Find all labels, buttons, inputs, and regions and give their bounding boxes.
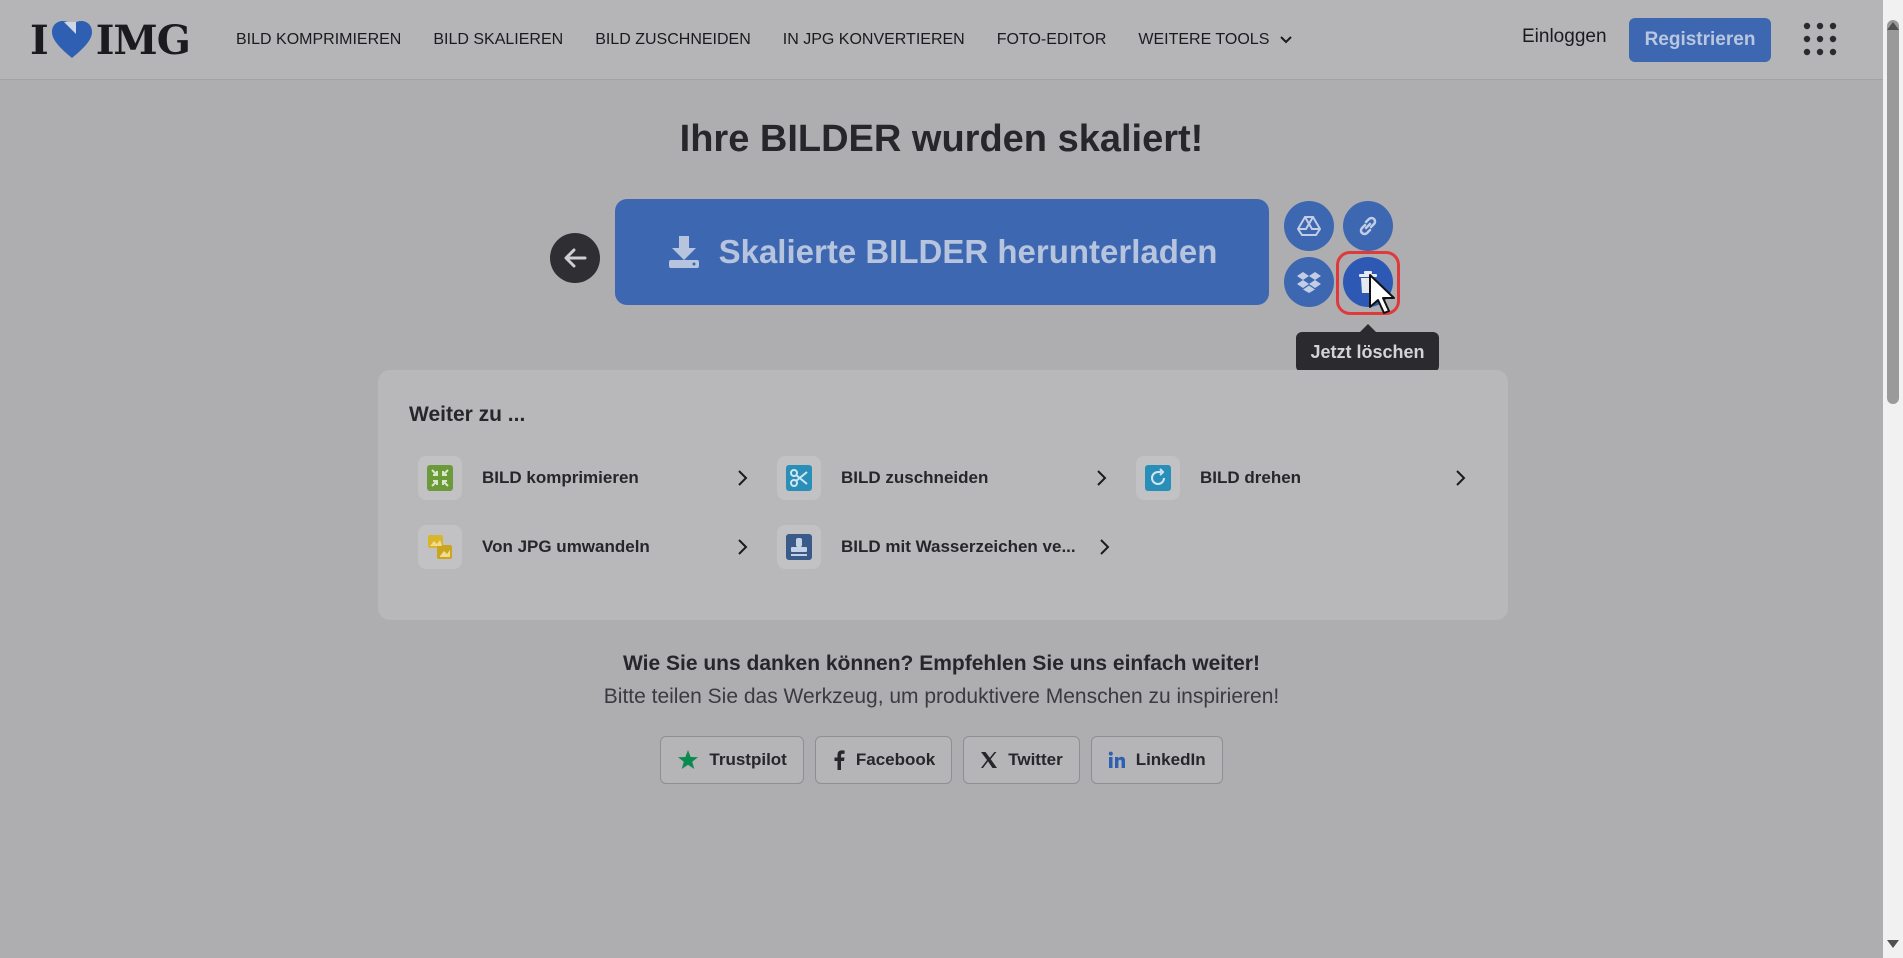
- share-label: LinkedIn: [1135, 750, 1206, 769]
- scissors-icon: [786, 465, 812, 491]
- tool-label: BILD zuschneiden: [841, 468, 989, 487]
- share-buttons: Trustpilot Facebook Twitter LinkedIn: [0, 736, 1883, 784]
- nav-compress[interactable]: BILD KOMPRIMIEREN: [236, 28, 401, 52]
- continue-title: Weiter zu ...: [409, 403, 526, 426]
- page-title: Ihre BILDER wurden skaliert!: [679, 118, 1204, 160]
- convert-image-icon: [428, 535, 452, 559]
- scrollbar-thumb[interactable]: [1887, 20, 1899, 404]
- scroll-down-arrow-icon[interactable]: [1887, 940, 1899, 948]
- arrow-left-icon: [564, 248, 587, 268]
- linkedin-icon: [1108, 751, 1125, 768]
- heart-logo-icon: [51, 21, 92, 58]
- share-label: Facebook: [855, 750, 936, 769]
- top-header: I IMG BILD KOMPRIMIEREN BILD SKALIEREN B…: [0, 0, 1883, 80]
- compress-icon: [427, 465, 453, 491]
- copy-link-button[interactable]: [1343, 201, 1393, 251]
- thanks-heading: Wie Sie uns danken können? Empfehlen Sie…: [623, 652, 1260, 675]
- trustpilot-button[interactable]: Trustpilot: [660, 736, 804, 784]
- register-button[interactable]: Registrieren: [1629, 18, 1771, 62]
- nav-more-tools[interactable]: WEITERE TOOLS: [1138, 28, 1293, 52]
- stamp-icon: [786, 534, 812, 560]
- download-button[interactable]: Skalierte BILDER herunterladen: [615, 199, 1269, 305]
- share-label: Twitter: [1008, 750, 1063, 769]
- facebook-icon: [834, 750, 845, 770]
- dropbox-button[interactable]: [1284, 257, 1334, 307]
- tool-label: BILD drehen: [1200, 468, 1302, 487]
- nav-more-tools-label: WEITERE TOOLS: [1138, 31, 1270, 48]
- chevron-right-icon: [738, 539, 748, 555]
- dropbox-icon: [1297, 272, 1321, 293]
- share-subtitle: Bitte teilen Sie das Werkzeug, um produk…: [603, 685, 1280, 708]
- star-icon: [678, 750, 699, 769]
- main-nav: BILD KOMPRIMIEREN BILD SKALIEREN BILD ZU…: [236, 28, 1325, 52]
- nav-crop[interactable]: BILD ZUSCHNEIDEN: [595, 28, 751, 52]
- google-drive-icon: [1297, 216, 1321, 236]
- download-icon: [668, 236, 699, 268]
- chevron-right-icon: [738, 470, 748, 486]
- tool-compress[interactable]: BILD komprimieren: [418, 456, 748, 500]
- twitter-button[interactable]: Twitter: [963, 736, 1080, 784]
- mouse-cursor-icon: [1369, 274, 1395, 314]
- download-label: Skalierte BILDER herunterladen: [718, 233, 1218, 270]
- chevron-right-icon: [1456, 470, 1466, 486]
- chevron-down-icon: [1280, 36, 1293, 44]
- chevron-right-icon: [1100, 539, 1110, 555]
- ilovimg-logo[interactable]: I IMG: [30, 17, 191, 64]
- google-drive-button[interactable]: [1284, 201, 1334, 251]
- tool-label: BILD mit Wasserzeichen ve...: [841, 537, 1076, 556]
- tool-convert-from-jpg[interactable]: Von JPG umwandeln: [418, 525, 748, 569]
- facebook-button[interactable]: Facebook: [814, 736, 953, 784]
- chevron-right-icon: [1097, 470, 1107, 486]
- scroll-up-arrow-icon[interactable]: [1887, 22, 1899, 30]
- delete-tooltip: Jetzt löschen: [1296, 324, 1439, 372]
- rotate-icon: [1145, 465, 1171, 491]
- linkedin-button[interactable]: LinkedIn: [1090, 736, 1223, 784]
- tool-label: BILD komprimieren: [482, 468, 639, 487]
- nav-photo-editor[interactable]: FOTO-EDITOR: [997, 28, 1107, 52]
- tool-crop[interactable]: BILD zuschneiden: [777, 456, 1107, 500]
- nav-convert-jpg[interactable]: IN JPG KONVERTIEREN: [783, 28, 965, 52]
- login-link[interactable]: Einloggen: [1522, 26, 1607, 48]
- link-icon: [1359, 216, 1377, 236]
- x-icon: [981, 752, 998, 768]
- back-button[interactable]: [550, 233, 600, 283]
- nav-resize[interactable]: BILD SKALIEREN: [433, 28, 563, 52]
- share-label: Trustpilot: [709, 750, 787, 769]
- tool-rotate[interactable]: BILD drehen: [1136, 456, 1466, 500]
- tool-watermark[interactable]: BILD mit Wasserzeichen ve...: [777, 525, 1110, 569]
- apps-grid-icon[interactable]: [1803, 22, 1837, 56]
- tool-label: Von JPG umwandeln: [482, 537, 650, 556]
